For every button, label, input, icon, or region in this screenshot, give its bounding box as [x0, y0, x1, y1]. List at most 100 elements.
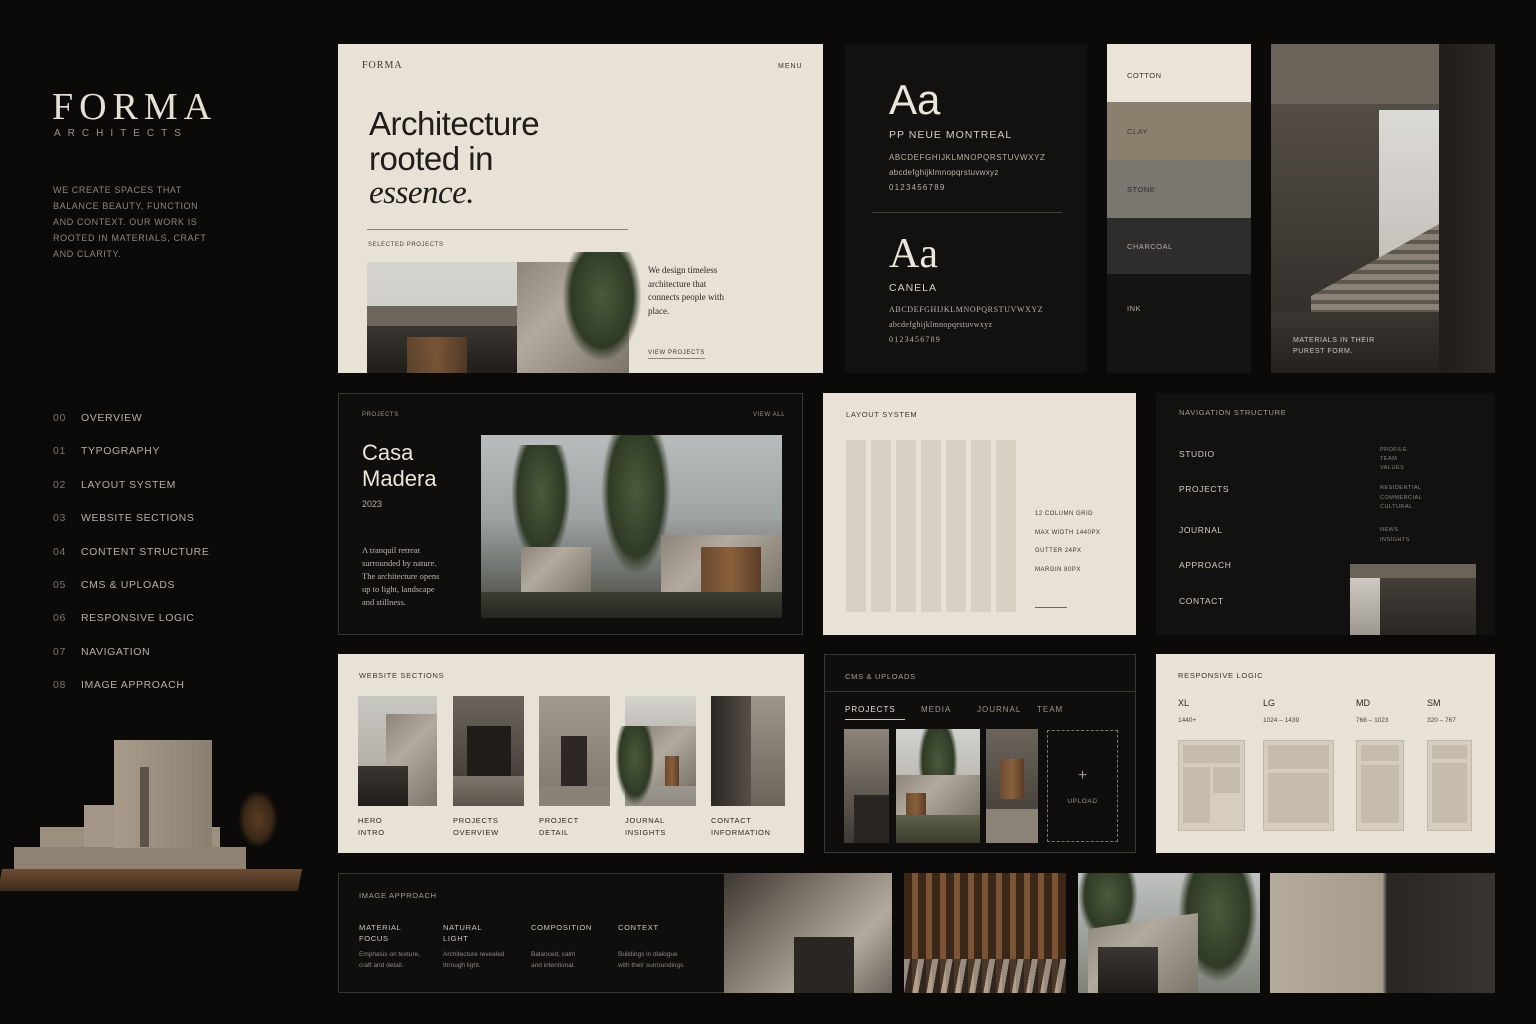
- layout-spec: MAX WIDTH 1440PX: [1035, 529, 1101, 536]
- toc-label: IMAGE APPROACH: [81, 679, 185, 692]
- section-sublabel: INFORMATION: [711, 827, 771, 837]
- stairs: [1311, 224, 1439, 314]
- section-thumb-journal[interactable]: [615, 696, 696, 806]
- toc-item-overview[interactable]: 00 OVERVIEW: [53, 412, 209, 445]
- grid-column: [921, 440, 941, 612]
- swatch-ink: INK: [1107, 274, 1251, 373]
- divider: [367, 229, 628, 230]
- toc-item-content-structure[interactable]: 04 CONTENT STRUCTURE: [53, 546, 209, 579]
- cms-media-thumb[interactable]: [896, 729, 980, 843]
- subnav-item[interactable]: VALUES: [1380, 464, 1407, 473]
- toc-number: 06: [53, 612, 66, 625]
- grid-column: [896, 440, 916, 612]
- tab-media[interactable]: MEDIA: [921, 705, 977, 720]
- project-name-line: Casa: [362, 440, 414, 465]
- toc-item-typography[interactable]: 01 TYPOGRAPHY: [53, 445, 209, 478]
- subnav-item[interactable]: PROFILE: [1380, 446, 1407, 455]
- approach-image-context: [1078, 873, 1260, 993]
- approach-text: and intentional.: [531, 962, 576, 969]
- grid-column: [971, 440, 991, 612]
- toc-item-layout-system[interactable]: 02 LAYOUT SYSTEM: [53, 479, 209, 512]
- approach-text: Architecture revealed: [443, 951, 505, 958]
- subnav-item[interactable]: RESIDENTIAL: [1380, 484, 1422, 494]
- model-base: [0, 869, 302, 891]
- projects-label: PROJECTS: [362, 412, 399, 418]
- grid-column: [846, 440, 866, 612]
- subnav-item[interactable]: COMMERCIAL: [1380, 494, 1422, 504]
- sans-digits: 0123456789: [889, 183, 946, 192]
- approach-image-light: [904, 873, 1066, 993]
- serif-lowercase: abcdefghijklmnopqrstuvwxyz: [889, 320, 993, 329]
- approach-text: with their surroundings.: [618, 962, 686, 969]
- grid-column: [946, 440, 966, 612]
- model-slot: [140, 767, 149, 847]
- nav-item-contact[interactable]: CONTACT: [1179, 596, 1232, 606]
- section-thumb-hero[interactable]: [358, 696, 437, 806]
- brand-subtitle: ARCHITECTS: [54, 128, 188, 139]
- toc-label: RESPONSIVE LOGIC: [81, 612, 195, 625]
- toc-number: 08: [53, 679, 66, 692]
- toc-number: 05: [53, 578, 66, 591]
- toc-label: CMS & UPLOADS: [81, 578, 176, 591]
- section-thumb-project-detail[interactable]: [539, 696, 610, 806]
- toc-item-website-sections[interactable]: 03 WEBSITE SECTIONS: [53, 512, 209, 545]
- nav-item-approach[interactable]: APPROACH: [1179, 560, 1232, 596]
- toc-label: LAYOUT SYSTEM: [81, 478, 176, 491]
- divider: [1035, 607, 1067, 608]
- toc-label: WEBSITE SECTIONS: [81, 512, 195, 525]
- model-tree: [238, 790, 278, 848]
- typography-panel: Aa PP NEUE MONTREAL ABCDEFGHIJKLMNOPQRST…: [845, 44, 1087, 373]
- section-sublabel: OVERVIEW: [453, 827, 499, 837]
- model-step: [14, 847, 246, 869]
- section-sublabel: INTRO: [358, 827, 385, 837]
- swatch-label: STONE: [1127, 185, 1156, 194]
- menu-button[interactable]: MENU: [778, 63, 803, 70]
- section-thumb-projects[interactable]: [453, 696, 524, 806]
- tab-team[interactable]: TEAM: [1037, 705, 1063, 720]
- navigation-structure-panel: NAVIGATION STRUCTURE STUDIO PROJECTS JOU…: [1156, 393, 1495, 635]
- hero-logo[interactable]: FORMA: [362, 60, 403, 71]
- subnav-item[interactable]: TEAM: [1380, 455, 1407, 464]
- nav-item-journal[interactable]: JOURNAL: [1179, 525, 1232, 560]
- swatch-label: CLAY: [1127, 127, 1149, 136]
- toc-item-navigation[interactable]: 07 NAVIGATION: [53, 646, 209, 679]
- project-name-line: Madera: [362, 466, 437, 491]
- subnav-item[interactable]: CULTURAL: [1380, 503, 1422, 513]
- serif-digits: 0123456789: [889, 335, 941, 344]
- cms-media-thumb[interactable]: [986, 729, 1038, 843]
- website-sections-title: WEBSITE SECTIONS: [359, 671, 445, 680]
- toc-number: 01: [53, 445, 66, 458]
- sans-specimen: Aa: [889, 76, 941, 123]
- approach-text: craft and detail.: [359, 962, 404, 969]
- cms-title: CMS & UPLOADS: [845, 672, 916, 681]
- toc-item-image-approach[interactable]: 08 IMAGE APPROACH: [53, 679, 209, 712]
- image-approach-panel: IMAGE APPROACH MATERIAL FOCUS Emphasis on…: [338, 873, 724, 993]
- breakpoint-range: 768 – 1023: [1356, 717, 1389, 724]
- swatch-label: COTTON: [1127, 71, 1162, 80]
- casa-madera-image[interactable]: [481, 435, 782, 618]
- sans-lowercase: abcdefghijklmnopqrstuvwxyz: [889, 168, 999, 177]
- nav-item-projects[interactable]: PROJECTS: [1179, 484, 1232, 525]
- view-all-link[interactable]: VIEW ALL: [753, 412, 785, 418]
- cms-media-thumb[interactable]: [844, 729, 889, 843]
- breakpoint-wireframe-md: [1356, 740, 1404, 831]
- layout-spec: MARGIN 80PX: [1035, 566, 1081, 573]
- approach-heading: FOCUS: [359, 934, 389, 943]
- approach-heading: MATERIAL: [359, 923, 402, 932]
- breakpoint-wireframe-lg: [1263, 740, 1334, 831]
- tab-projects[interactable]: PROJECTS: [845, 705, 905, 720]
- view-projects-link[interactable]: VIEW PROJECTS: [648, 350, 705, 359]
- responsive-title: RESPONSIVE LOGIC: [1178, 671, 1264, 680]
- subnav-item[interactable]: NEWS: [1380, 525, 1410, 535]
- toc-item-cms-uploads[interactable]: 05 CMS & UPLOADS: [53, 579, 209, 612]
- navigation-preview-image: [1350, 564, 1476, 635]
- upload-label: UPLOAD: [1067, 798, 1098, 805]
- upload-dropzone[interactable]: + UPLOAD: [1047, 730, 1118, 842]
- nav-item-studio[interactable]: STUDIO: [1179, 449, 1232, 484]
- tab-journal[interactable]: JOURNAL: [977, 705, 1037, 720]
- layout-spec: GUTTER 24PX: [1035, 548, 1082, 554]
- toc-item-responsive-logic[interactable]: 06 RESPONSIVE LOGIC: [53, 612, 209, 645]
- subnav-item[interactable]: INSIGHTS: [1380, 535, 1410, 545]
- breakpoint-label: SM: [1427, 698, 1441, 708]
- section-thumb-contact[interactable]: [711, 696, 785, 806]
